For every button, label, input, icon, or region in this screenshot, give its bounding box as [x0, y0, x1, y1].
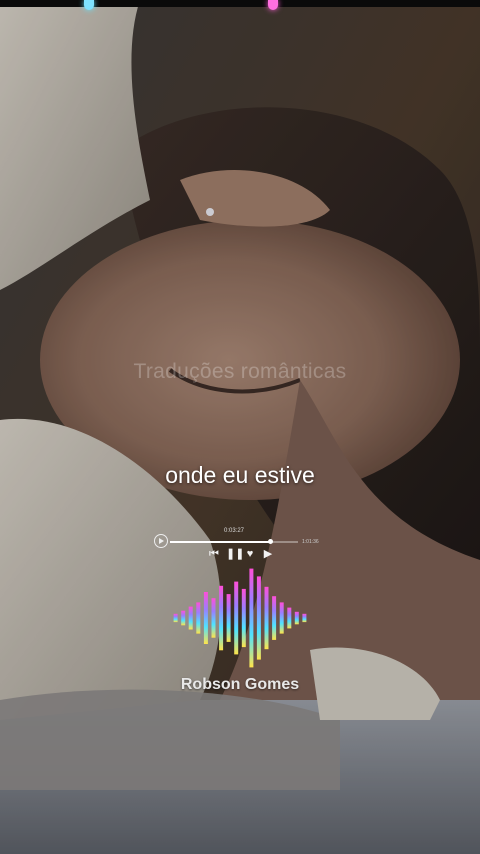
visualizer-bar [279, 602, 284, 634]
visualizer-bar [234, 581, 239, 655]
visualizer-bar [264, 586, 269, 650]
visualizer-bar [219, 585, 224, 651]
progress-thumb[interactable] [267, 539, 273, 544]
progress-track[interactable] [170, 539, 298, 544]
player-controls: ⏮ ❚❚ ♥ ▶ [208, 548, 274, 560]
visualizer-bar [302, 613, 307, 623]
background-photo [0, 0, 480, 854]
music-player: 0:03:27 1:01:36 ⏮ ❚❚ ♥ ▶ [152, 528, 332, 568]
visualizer-bar [272, 596, 277, 640]
artist-name: Robson Gomes [180, 676, 300, 693]
top-bar [0, 0, 480, 7]
visualizer-bar [203, 592, 208, 644]
visualizer-bar [173, 613, 178, 623]
previous-icon[interactable]: ⏮ [208, 548, 220, 560]
visualizer-bar [241, 588, 246, 648]
current-time: 0:03:27 [224, 528, 245, 534]
video-frame: Traduções românticas onde eu estive 0:03… [0, 0, 480, 854]
watermark-text: Traduções românticas [133, 360, 347, 383]
visualizer-bar [181, 610, 186, 626]
lyric-caption: onde eu estive [165, 462, 315, 488]
visualizer-bar [226, 594, 231, 642]
audio-visualizer [173, 568, 307, 668]
visualizer-bar [196, 602, 201, 634]
visualizer-bar [211, 598, 216, 638]
next-icon[interactable]: ▶ [262, 548, 274, 560]
play-icon[interactable] [154, 534, 168, 548]
visualizer-bar [294, 611, 299, 625]
visualizer-bar [188, 606, 193, 630]
visualizer-bar [256, 576, 261, 660]
progress-fill [170, 541, 270, 543]
cyan-glow-marker [84, 0, 94, 10]
heart-icon[interactable]: ♥ [244, 548, 256, 560]
pink-glow-marker [268, 0, 278, 10]
visualizer-bar [287, 607, 292, 629]
visualizer-bar [249, 568, 254, 668]
pause-icon[interactable]: ❚❚ [226, 548, 244, 560]
total-time: 1:01:36 [302, 539, 319, 545]
